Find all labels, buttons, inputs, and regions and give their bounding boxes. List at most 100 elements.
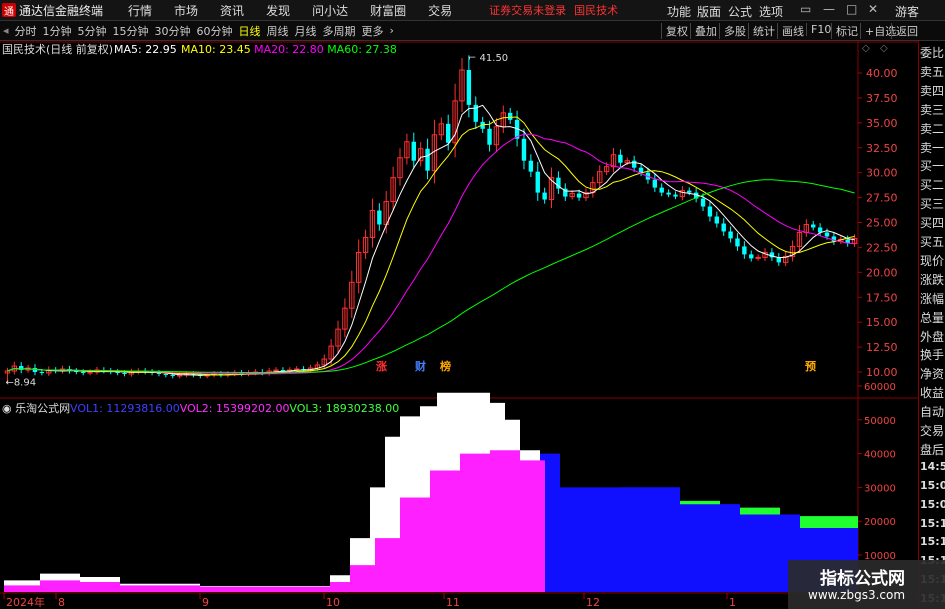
side-panel-label: 卖五 [920,64,945,79]
candle-body [487,128,492,145]
ma-legend-2: MA20: 22.80 [254,43,324,56]
period-5min[interactable]: 5分钟 [78,23,107,39]
candle-body [652,179,658,188]
side-panel-label: 15:00 [920,478,945,492]
tool-multi-stock[interactable]: 多股 [719,23,746,39]
chevron-right-icon[interactable]: › [390,24,394,37]
minimize-icon[interactable]: — [823,2,835,16]
candle-body [687,190,692,193]
candle-body [39,372,45,373]
period-more[interactable]: 更多 [362,23,384,39]
tool-draw[interactable]: 画线 [777,23,804,39]
stock-name: 国民技术 [574,4,619,17]
toolbar-arrow-icon[interactable]: ◂ [3,24,9,37]
menu-market[interactable]: 市场 [174,2,198,19]
ma-legend-0: MA5: 22.95 [114,43,177,56]
ma-line-1 [7,116,855,376]
menu-news[interactable]: 资讯 [220,2,244,19]
side-panel-label: 15:13 [920,535,945,549]
ma-line-2 [7,133,855,375]
candle-body [824,232,830,237]
candle-body [776,257,781,263]
close-icon[interactable]: ✕ [868,2,878,16]
candle-body [735,238,740,247]
candle-body [156,372,162,374]
vol-y-label: 40000 [864,450,896,461]
candle-body [673,194,678,197]
menu-ask[interactable]: 问小达 [312,2,348,19]
menu-function[interactable]: 功能 [667,3,691,20]
price-y-label: 12.50 [866,341,898,354]
candle-body [638,167,644,173]
ma-legend-1: MA10: 23.45 [181,43,251,56]
vol-legend-1: VOL2: 15399202.00 [180,402,290,415]
tool-adjust[interactable]: 复权 [661,23,688,39]
side-panel-label: 卖二 [920,121,945,136]
menu-wealth[interactable]: 财富圈 [370,2,406,19]
x-axis-label: 10 [326,596,340,609]
maximize-icon[interactable]: □ [846,2,857,16]
vol-y-label: 20000 [864,517,896,528]
vol-legend-0: VOL1: 11293816.00 [70,402,180,415]
side-panel-label: 买四 [920,216,945,231]
side-panel-label: 交易 [920,424,945,438]
price-chart-title: 国民技术(日线 前复权) [2,42,113,56]
price-y-label: 30.00 [866,167,898,180]
period-multi[interactable]: 多周期 [323,23,356,39]
tool-stats[interactable]: 统计 [748,23,775,39]
price-y-label: 32.50 [866,142,898,155]
chart-marker: 财 [414,359,426,373]
side-panel-label: 15:07 [920,497,945,511]
candle-body [273,369,279,372]
candle-body [81,372,86,373]
side-panel-label: 外盘 [920,329,945,344]
tool-back[interactable]: 返回 [891,23,918,39]
candle-body [817,227,823,233]
candle-body [542,192,547,200]
period-60min[interactable]: 60分钟 [197,23,233,39]
period-monthly[interactable]: 月线 [295,23,317,39]
side-panel-label: 卖一 [920,140,945,155]
side-panel-label: 买二 [920,178,945,193]
tool-overlay[interactable]: 叠加 [690,23,717,39]
side-panel-label: 净资 [920,367,945,382]
chart-area[interactable]: 国民技术(日线 前复权) MA5: 22.95 MA10: 23.45 MA20: 2… [0,41,918,609]
menu-quotes[interactable]: 行情 [128,2,152,19]
price-y-label: 10.00 [866,366,898,379]
ma-line-0 [7,104,855,376]
side-panel-label: 涨跌 [920,272,945,287]
diamond-icon: ◇ [880,43,888,54]
menu-options[interactable]: 选项 [759,3,783,20]
app-title: 通达信金融终端 [19,3,104,18]
candle-body [631,160,637,168]
menu-formula[interactable]: 公式 [728,3,752,20]
menu-bar: 通 通达信金融终端 行情 市场 资讯 发现 问小达 财富圈 交易 证券交易未登录… [0,0,945,21]
period-30min[interactable]: 30分钟 [155,23,191,39]
period-weekly[interactable]: 周线 [267,23,289,39]
candle-body [659,187,664,193]
chart-marker: 涨 [376,359,387,373]
vol2-area [4,450,545,592]
tool-f10[interactable]: F10 [806,23,831,36]
vol-y-label: 30000 [864,483,896,494]
side-panel-label: 涨幅 [920,291,945,306]
tool-mark[interactable]: 标记 [831,23,858,39]
period-1min[interactable]: 1分钟 [43,23,72,39]
side-panel-label: 买五 [920,235,945,249]
login-status[interactable]: 证券交易未登录 [489,2,566,18]
period-intraday[interactable]: 分时 [15,23,37,39]
guest-label[interactable]: 游客 [895,3,919,20]
candle-body [87,371,93,374]
candle-body [618,154,623,163]
side-panel-label: 盘后 [920,442,945,457]
menu-discover[interactable]: 发现 [266,2,290,19]
window-icon[interactable]: ▭ [800,2,811,16]
vol-y-label: 60000 [864,382,896,393]
candle-body [700,198,706,207]
period-daily[interactable]: 日线 [239,23,261,39]
menu-layout[interactable]: 版面 [697,3,721,20]
side-panel-label: 买一 [920,159,945,174]
period-15min[interactable]: 15分钟 [113,23,149,39]
menu-trade[interactable]: 交易 [428,2,452,19]
x-axis-label: 9 [202,596,209,609]
